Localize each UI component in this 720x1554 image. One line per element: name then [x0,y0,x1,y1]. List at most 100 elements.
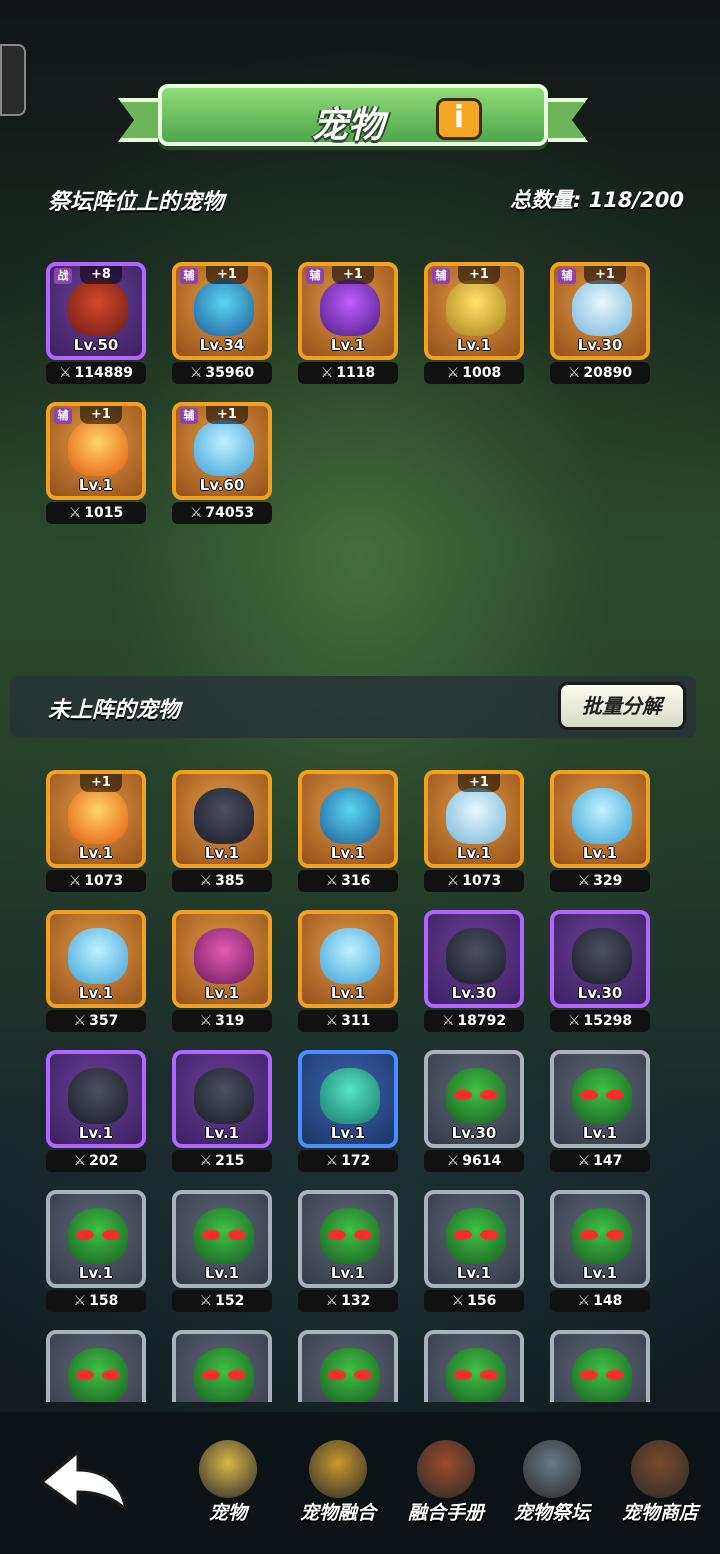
nav-tab-3[interactable]: 宠物祭坛 [500,1440,604,1525]
pet-portrait-frame [298,1330,398,1402]
pet-power-value: 35960 [205,365,255,381]
pet-power: ⚔ 1015 [46,502,146,524]
pet-card[interactable]: Lv.1 ⚔ 385 [172,770,272,892]
pet-level: Lv.1 [582,1124,618,1142]
pet-power: ⚔ 18792 [424,1010,524,1032]
pet-power-value: 1073 [84,873,124,889]
pet-card[interactable]: 辅 +1 Lv.30 ⚔ 20890 [550,262,650,384]
pet-card[interactable]: 辅 +1 Lv.1 ⚔ 1015 [46,402,146,524]
back-arrow-icon[interactable] [38,1448,130,1512]
pet-card[interactable] [298,1330,398,1402]
pet-level: Lv.1 [78,476,114,494]
pet-card[interactable]: Lv.1 ⚔ 152 [172,1190,272,1312]
pet-card[interactable] [46,1330,146,1402]
pet-portrait-frame: Lv.1 [46,910,146,1008]
pet-card[interactable]: Lv.30 ⚔ 18792 [424,910,524,1032]
pet-portrait-icon [572,928,632,984]
pet-card[interactable]: Lv.1 ⚔ 172 [298,1050,398,1172]
pet-power-value: 1118 [336,365,376,381]
pet-portrait-icon [194,1208,254,1264]
pet-power-value: 1008 [462,365,502,381]
pet-card[interactable]: 辅 +1 Lv.1 ⚔ 1118 [298,262,398,384]
pet-portrait-frame: 战 +8 Lv.50 [46,262,146,360]
pet-card[interactable]: Lv.1 ⚔ 158 [46,1190,146,1312]
pet-card[interactable]: Lv.30 ⚔ 15298 [550,910,650,1032]
pet-portrait-icon [572,788,632,844]
sword-icon: ⚔ [577,1153,591,1169]
unassigned-pet-grid: +1 Lv.1 ⚔ 1073 Lv.1 ⚔ 385 Lv.1 ⚔ 316 +1 Lv.1 ⚔ 1073 Lv… [46,770,666,1402]
pet-card[interactable]: Lv.30 ⚔ 9614 [424,1050,524,1172]
pet-level: Lv.1 [204,1264,240,1282]
pet-card[interactable]: 辅 +1 Lv.60 ⚔ 74053 [172,402,272,524]
nav-tab-1[interactable]: 宠物融合 [286,1440,390,1525]
pet-card[interactable]: Lv.1 ⚔ 311 [298,910,398,1032]
pet-level: Lv.30 [451,1124,497,1142]
pet-card[interactable]: Lv.1 ⚔ 202 [46,1050,146,1172]
pet-power-value: 172 [341,1153,371,1169]
pet-eye [328,1370,346,1380]
pet-card[interactable]: Lv.1 ⚔ 148 [550,1190,650,1312]
info-button[interactable]: i [436,98,482,140]
pet-card[interactable]: Lv.1 ⚔ 329 [550,770,650,892]
pet-card[interactable]: 战 +8 Lv.50 ⚔ 114889 [46,262,146,384]
pet-portrait-icon [320,1068,380,1124]
pet-power: ⚔ 132 [298,1290,398,1312]
pet-eye [480,1090,498,1100]
sword-icon: ⚔ [446,1153,460,1169]
pet-portrait-frame: Lv.1 [424,1190,524,1288]
pet-power-value: 152 [215,1293,245,1309]
nav-tab-4[interactable]: 宠物商店 [608,1440,712,1525]
pet-card[interactable]: 辅 +1 Lv.34 ⚔ 35960 [172,262,272,384]
batch-decompose-button[interactable]: 批量分解 [558,682,686,730]
pet-card[interactable]: Lv.1 ⚔ 156 [424,1190,524,1312]
pet-level: Lv.1 [330,336,366,354]
sword-icon: ⚔ [325,1293,339,1309]
pet-star-plus: +8 [80,266,122,284]
nav-tab-2[interactable]: 融合手册 [394,1440,498,1525]
pet-card[interactable]: Lv.1 ⚔ 316 [298,770,398,892]
pet-power-value: 357 [89,1013,119,1029]
side-tool-icon[interactable] [0,44,26,116]
pet-card[interactable]: Lv.1 ⚔ 215 [172,1050,272,1172]
pet-card[interactable] [550,1330,650,1402]
altar-section-title: 祭坛阵位上的宠物 [48,190,225,215]
pet-portrait-frame: Lv.1 [550,1190,650,1288]
pet-level: Lv.1 [78,984,114,1002]
title-banner: 宠物 i [118,80,588,152]
unassigned-section-title: 未上阵的宠物 [48,698,181,723]
pet-eye [102,1370,120,1380]
pet-portrait-frame: Lv.30 [424,1050,524,1148]
pet-card[interactable]: +1 Lv.1 ⚔ 1073 [46,770,146,892]
pet-power: ⚔ 9614 [424,1150,524,1172]
pet-power: ⚔ 329 [550,870,650,892]
pet-eye [76,1230,94,1240]
pet-portrait-frame: Lv.1 [172,770,272,868]
pet-portrait-icon [446,280,506,336]
nav-tab-0[interactable]: 宠物 [180,1440,276,1525]
sword-icon: ⚔ [68,873,82,889]
pet-card[interactable]: +1 Lv.1 ⚔ 1073 [424,770,524,892]
pet-card[interactable]: Lv.1 ⚔ 132 [298,1190,398,1312]
pet-level: Lv.1 [582,1264,618,1282]
pet-star-plus: +1 [332,266,374,284]
pet-portrait-icon [68,280,128,336]
pet-role-badge: 战 [54,268,72,284]
pet-power-value: 215 [215,1153,245,1169]
pet-card[interactable] [172,1330,272,1402]
pet-portrait-icon [194,280,254,336]
pet-card[interactable] [424,1330,524,1402]
sword-icon: ⚔ [189,365,203,381]
pet-card[interactable]: Lv.1 ⚔ 357 [46,910,146,1032]
pet-card[interactable]: 辅 +1 Lv.1 ⚔ 1008 [424,262,524,384]
pet-count: 总数量: 118/200 [509,188,684,212]
pet-portrait-icon [68,928,128,984]
pet-card[interactable]: Lv.1 ⚔ 319 [172,910,272,1032]
pet-power: ⚔ 74053 [172,502,272,524]
pet-level: Lv.1 [330,984,366,1002]
pet-power: ⚔ 202 [46,1150,146,1172]
pet-eye [76,1370,94,1380]
pet-portrait-frame: 辅 +1 Lv.1 [424,262,524,360]
pet-power-value: 329 [593,873,623,889]
pet-eye [228,1230,246,1240]
pet-card[interactable]: Lv.1 ⚔ 147 [550,1050,650,1172]
